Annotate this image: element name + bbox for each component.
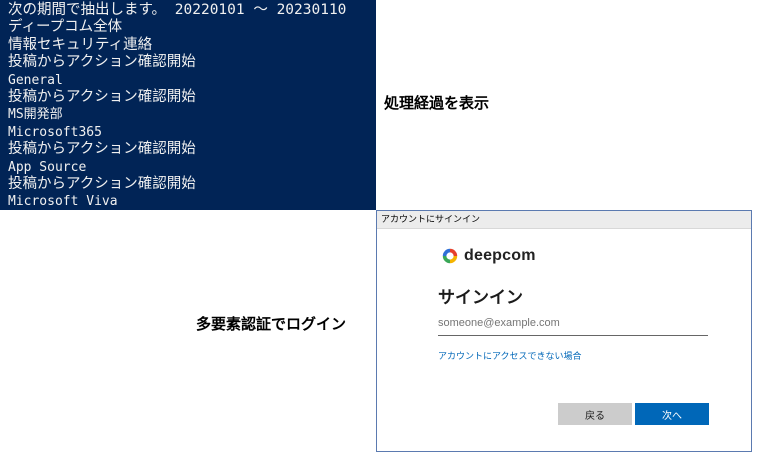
console-line-channel: App Source: [8, 159, 87, 175]
console-line-team: ディープコム全体: [8, 19, 123, 36]
email-field[interactable]: [438, 311, 708, 336]
console-line-status: 投稿からアクション確認開始: [8, 176, 196, 193]
deepcom-logo-icon: [442, 248, 458, 264]
console-output: 次の期間で抽出します。 20220101 ～ 20230110 ディープコム全体…: [0, 0, 376, 210]
back-button[interactable]: 戻る: [558, 403, 632, 425]
signin-heading: サインイン: [438, 288, 523, 308]
console-line-channel: General: [8, 72, 63, 88]
console-line-channel: 情報セキュリティ連絡: [8, 36, 153, 53]
cant-access-account-link[interactable]: アカウントにアクセスできない場合: [438, 349, 582, 362]
mfa-login-caption: 多要素認証でログイン: [196, 315, 347, 333]
next-button[interactable]: 次へ: [635, 403, 709, 425]
progress-caption: 処理経過を表示: [384, 94, 490, 112]
console-line-channel: Microsoft365: [8, 124, 102, 140]
console-line-status: 投稿からアクション確認開始: [8, 141, 196, 158]
dialog-titlebar: アカウントにサインイン: [377, 211, 751, 229]
console-line-channel: Microsoft Viva: [8, 194, 118, 210]
console-line-status: 投稿からアクション確認開始: [8, 89, 196, 106]
console-line-team: MS開発部: [8, 107, 63, 123]
console-line-status: 投稿からアクション確認開始: [8, 54, 196, 71]
console-line-period: 次の期間で抽出します。 20220101 ～ 20230110: [8, 2, 347, 18]
signin-dialog: アカウントにサインイン deepcom サインイン アカウントにアクセスできない…: [376, 210, 752, 452]
brand: deepcom: [441, 247, 536, 265]
brand-name: deepcom: [464, 247, 536, 264]
